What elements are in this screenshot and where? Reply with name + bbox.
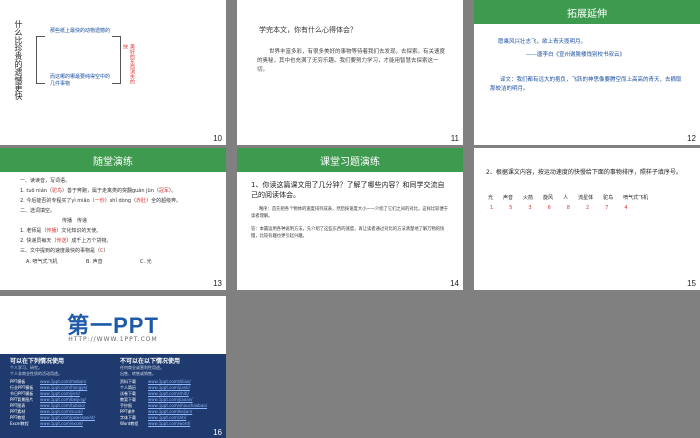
mindmap-conclusion: 美好的东西消失的快 — [122, 44, 135, 84]
paragraph-1: 略序：首先把各个物体的速度排列成表，然后按速度大小一一介绍了它们之间的对比，这样… — [251, 207, 449, 219]
left-categories: PPT模板 行业PPT模板 节日PPT模板 PPT背景图片 PPT图表 PPT素… — [10, 379, 33, 427]
slide-11[interactable]: 学完本文，你有什么心得体会？ 世界丰富多彩，有很多美好的事物等待着我们去发现，去… — [237, 0, 463, 145]
order-row: 1 5 3 6 8 2 7 4 — [490, 205, 690, 211]
slide-16[interactable]: 第一PPT HTTP://WWW.1PPT.COM 可以在下列情况使用 个人学习… — [0, 296, 226, 438]
mindmap-branch-2: 而这哪的哪最要纯得空中的几件事物 — [50, 74, 111, 87]
category: Word教程 — [120, 421, 139, 426]
order-value: 8 — [566, 205, 570, 211]
slide-header: 拓展延伸 — [474, 0, 700, 24]
option-c: C. 光 — [140, 259, 152, 265]
item-label: 光 — [488, 195, 494, 201]
item-label: 旋风 — [543, 195, 554, 201]
item-label: 火箭 — [523, 195, 534, 201]
slide-header: 课堂习题演练 — [237, 148, 463, 172]
slide-number: 13 — [213, 279, 222, 288]
site-link[interactable]: www.1ppt.com/excel/ — [40, 421, 95, 427]
order-value: 2 — [585, 205, 590, 211]
slide-number: 12 — [687, 134, 696, 143]
left-title: 可以在下列情况使用 — [10, 358, 65, 365]
slide-number: 15 — [687, 279, 696, 288]
section-3-title: 三、文中提到的速度最快的事物是（C） — [20, 248, 109, 254]
right-links: www.1ppt.com/ziliao/ www.1ppt.com/jianli… — [148, 379, 207, 427]
item-label: 人 — [563, 195, 569, 201]
site-url: HTTP://WWW.1PPT.COM — [68, 336, 158, 343]
right-categories: 资料下载 个人简历 试卷下载 教案下载 手抄报 PPT课件 字体下载 Word教… — [120, 379, 138, 427]
slide-number: 14 — [450, 279, 459, 288]
slide-number: 10 — [213, 134, 222, 143]
section-2-title: 二、选词填空。 — [20, 208, 56, 214]
left-links: www.1ppt.com/moban/ www.1ppt.com/hangye/… — [40, 379, 95, 427]
slide-number: 16 — [213, 428, 222, 437]
order-value: 5 — [509, 205, 513, 211]
slide-15[interactable]: 2、根据课文内容，按运动速度的快慢给下面的事物排序，照样子填序号。 光 声音 火… — [474, 148, 700, 290]
slide-paragraph: 世界丰富多彩，有很多美好的事物等待着我们去发现，去探索。有关速度的奥秘，其中也充… — [257, 49, 446, 73]
right-title: 不可以在以下情况使用 — [120, 358, 181, 365]
item-label: 声音 — [503, 195, 514, 201]
category: Excel教程 — [10, 421, 29, 426]
option-a: A. 喷气式飞机 — [26, 259, 58, 265]
translation: 译文：我们都有远大的抱负，飞跃的神思像要腾空而上高高的青天，去摘取那皎洁的明月。 — [490, 77, 682, 92]
order-value: 3 — [528, 205, 532, 211]
exercise-line-2: 2. 今后能否的专程买了yì miǎo（一秒）shǐ dòng（赤肚）全的超级奔… — [20, 198, 182, 204]
item-row: 光 声音 火箭 旋风 人 流星体 驼鸟 喷气式飞机 — [488, 194, 688, 201]
question-text: 2、根据课文内容，按运动速度的快慢给下面的事物排序，照样子填序号。 — [486, 169, 682, 176]
mindmap-bracket — [36, 36, 45, 84]
slide-header: 随堂演练 — [0, 148, 226, 172]
order-value: 4 — [624, 205, 628, 211]
paragraph-2: 答：本篇运用各种说明方法，先介绍了这些东西的速度，再让读者通过对比的方法清楚地了… — [251, 227, 445, 239]
mindmap-branch-1: 那些纸上最快的动物遗憾的 — [50, 28, 111, 34]
item-label: 驼鸟 — [603, 195, 614, 201]
item-label: 流星体 — [578, 195, 594, 201]
section-1-title: 一、读读音，写词语。 — [20, 178, 71, 184]
quote-line-1: 愿乘风兴壮志飞，欲上青天揽明月。 — [498, 39, 587, 45]
fill-line-1: 1. 老师是（传播）文化知识的天使。 — [20, 228, 102, 234]
site-link[interactable]: www.1ppt.com/word/ — [148, 421, 207, 427]
info-panel: 可以在下列情况使用 个人学习、研究。 个人非商业性质的活动用途。 不可以在以下情… — [0, 354, 226, 438]
slide-13[interactable]: 随堂演练 一、读读音，写词语。 1. tuō nián（驼鸟）善于奔跑，属于走禽… — [0, 148, 226, 290]
quote-source: ——唐李白《宣州谢朓楼饯别校书叔云》 — [526, 52, 626, 58]
order-value: 1 — [490, 205, 494, 211]
right-sub-2: 出售、转售或销售。 — [120, 371, 156, 376]
order-value: 6 — [547, 205, 551, 211]
slide-14[interactable]: 课堂习题演练 1、你读这篇课文用了几分钟？了解了哪些内容？和同学交流自己的阅读体… — [237, 148, 463, 290]
fill-line-2: 2. 快递员每天（传送）成千上万个货物。 — [20, 238, 112, 244]
slide-12[interactable]: 拓展延伸 愿乘风兴壮志飞，欲上青天揽明月。 ——唐李白《宣州谢朓楼饯别校书叔云》… — [474, 0, 700, 145]
left-sub-2: 个人非商业性质的活动用途。 — [10, 371, 62, 376]
slide-10[interactable]: 什么比珍贵的遗憾更快 那些纸上最快的动物遗憾的 而这哪的哪最要纯得空中的几件事物… — [0, 0, 226, 145]
word-choices: 传播 传递 — [62, 218, 88, 224]
slide-number: 11 — [450, 134, 459, 143]
mindmap-connector — [112, 36, 121, 84]
exercise-line-1: 1. tuō nián（驼鸟）善于奔跑，属于走禽类的突翻guàn jūn（冠军）… — [20, 188, 177, 194]
option-b: B. 声音 — [86, 259, 103, 265]
order-value: 7 — [605, 205, 609, 211]
mindmap-title: 什么比珍贵的遗憾更快 — [14, 20, 23, 100]
question-text: 1、你读这篇课文用了几分钟？了解了哪些内容？和同学交流自己的阅读体会。 — [251, 181, 445, 199]
slide-title: 学完本文，你有什么心得体会？ — [259, 26, 357, 34]
item-label: 喷气式飞机 — [623, 195, 649, 201]
